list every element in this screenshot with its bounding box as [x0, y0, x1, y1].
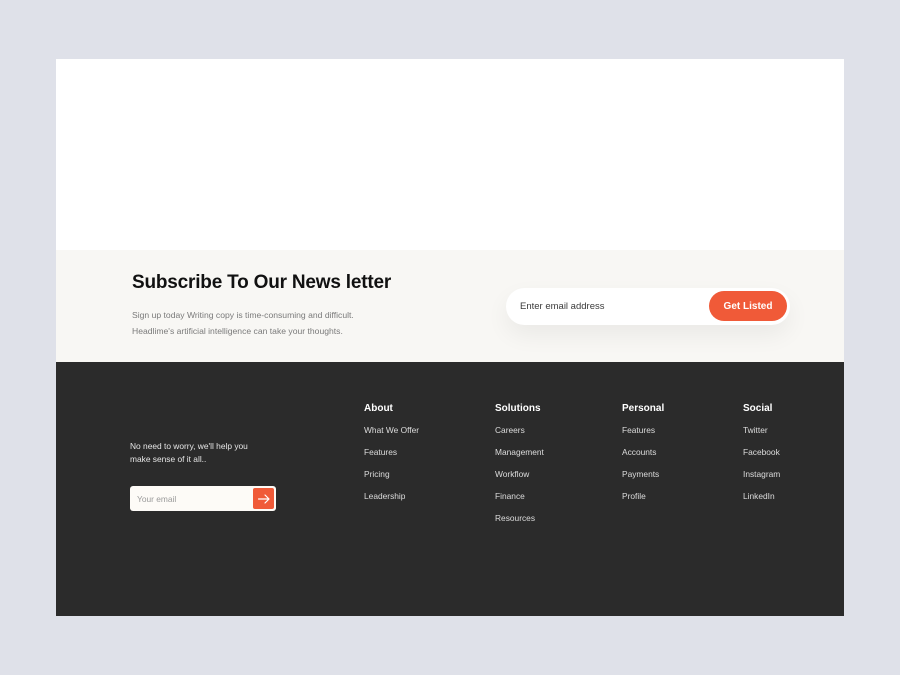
newsletter-email-input[interactable] [520, 288, 700, 325]
footer-tagline-line-2: make sense of it all.. [130, 453, 207, 464]
footer-link-leadership[interactable]: Leadership [364, 491, 419, 513]
footer-column-title: Solutions [495, 403, 541, 414]
footer-column-about: About What We Offer Features Pricing Lea… [364, 403, 419, 513]
newsletter-description-line-2: Headlime's artificial intelligence can t… [132, 326, 343, 336]
newsletter-description: Sign up today Writing copy is time-consu… [132, 307, 412, 339]
footer-column-solutions: Solutions Careers Management Workflow Fi… [495, 403, 544, 535]
footer-email-input[interactable] [137, 486, 247, 511]
footer-column-personal: Personal Features Accounts Payments Prof… [622, 403, 664, 513]
page-card: Subscribe To Our News letter Sign up tod… [56, 59, 844, 616]
footer-column-social: Social Twitter Facebook Instagram Linked… [743, 403, 780, 513]
newsletter-description-line-1: Sign up today Writing copy is time-consu… [132, 310, 354, 320]
footer-tagline: No need to worry, we'll help you make se… [130, 440, 270, 465]
footer: No need to worry, we'll help you make se… [56, 362, 844, 616]
footer-tagline-line-1: No need to worry, we'll help you [130, 441, 248, 451]
footer-link-resources[interactable]: Resources [495, 513, 544, 535]
footer-link-features[interactable]: Features [622, 425, 664, 447]
get-listed-button[interactable]: Get Listed [709, 291, 787, 321]
footer-link-features[interactable]: Features [364, 447, 419, 469]
footer-email-form [130, 486, 276, 511]
footer-link-accounts[interactable]: Accounts [622, 447, 664, 469]
blank-hero-area [56, 59, 844, 250]
footer-link-finance[interactable]: Finance [495, 491, 544, 513]
footer-link-what-we-offer[interactable]: What We Offer [364, 425, 419, 447]
footer-link-profile[interactable]: Profile [622, 491, 664, 513]
footer-column-title: Personal [622, 403, 665, 414]
footer-link-careers[interactable]: Careers [495, 425, 544, 447]
footer-link-linkedin[interactable]: LinkedIn [743, 491, 780, 513]
footer-link-payments[interactable]: Payments [622, 469, 664, 491]
newsletter-title: Subscribe To Our News letter [132, 272, 392, 293]
footer-column-title: About [364, 403, 393, 414]
footer-submit-button[interactable] [253, 488, 274, 509]
footer-link-pricing[interactable]: Pricing [364, 469, 419, 491]
footer-link-instagram[interactable]: Instagram [743, 469, 780, 491]
footer-column-title: Social [743, 403, 773, 414]
footer-link-workflow[interactable]: Workflow [495, 469, 544, 491]
footer-link-twitter[interactable]: Twitter [743, 425, 780, 447]
newsletter-section: Subscribe To Our News letter Sign up tod… [56, 250, 844, 362]
footer-link-management[interactable]: Management [495, 447, 544, 469]
arrow-right-icon [257, 493, 270, 504]
footer-link-facebook[interactable]: Facebook [743, 447, 780, 469]
newsletter-form: Get Listed [506, 288, 790, 325]
